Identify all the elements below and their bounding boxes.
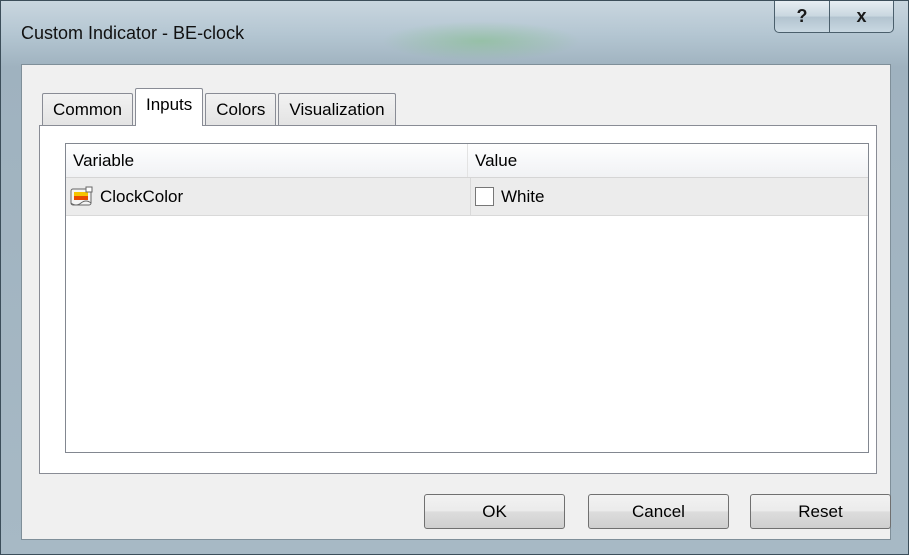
dialog-client-area: Common Inputs Colors Visualization Varia… — [21, 64, 891, 540]
inputs-tab-panel: Variable Value ClockColor White — [39, 125, 877, 474]
close-button[interactable]: x — [830, 1, 894, 33]
table-row[interactable]: ClockColor White — [66, 178, 868, 216]
tab-common[interactable]: Common — [42, 93, 133, 126]
tab-strip: Common Inputs Colors Visualization — [42, 88, 398, 126]
column-header-variable[interactable]: Variable — [66, 144, 468, 177]
tab-colors[interactable]: Colors — [205, 93, 277, 126]
value-text: White — [501, 186, 545, 206]
ok-button[interactable]: OK — [424, 494, 565, 529]
variable-name: ClockColor — [100, 186, 184, 206]
inputs-grid: Variable Value ClockColor White — [65, 143, 869, 453]
variable-cell[interactable]: ClockColor — [70, 178, 466, 215]
help-button[interactable]: ? — [774, 1, 830, 33]
reset-button[interactable]: Reset — [750, 494, 891, 529]
color-parameter-icon — [70, 186, 94, 208]
window-title: Custom Indicator - BE-clock — [21, 23, 245, 43]
color-swatch[interactable] — [475, 187, 494, 206]
grid-header: Variable Value — [66, 144, 868, 178]
column-header-value[interactable]: Value — [468, 144, 868, 177]
caption-buttons: ? x — [774, 1, 894, 33]
tab-visualization[interactable]: Visualization — [278, 93, 396, 126]
dialog-window: Custom Indicator - BE-clock ? x Common I… — [0, 0, 909, 555]
tab-inputs[interactable]: Inputs — [134, 88, 204, 126]
value-cell[interactable]: White — [470, 178, 868, 215]
cancel-button[interactable]: Cancel — [588, 494, 729, 529]
